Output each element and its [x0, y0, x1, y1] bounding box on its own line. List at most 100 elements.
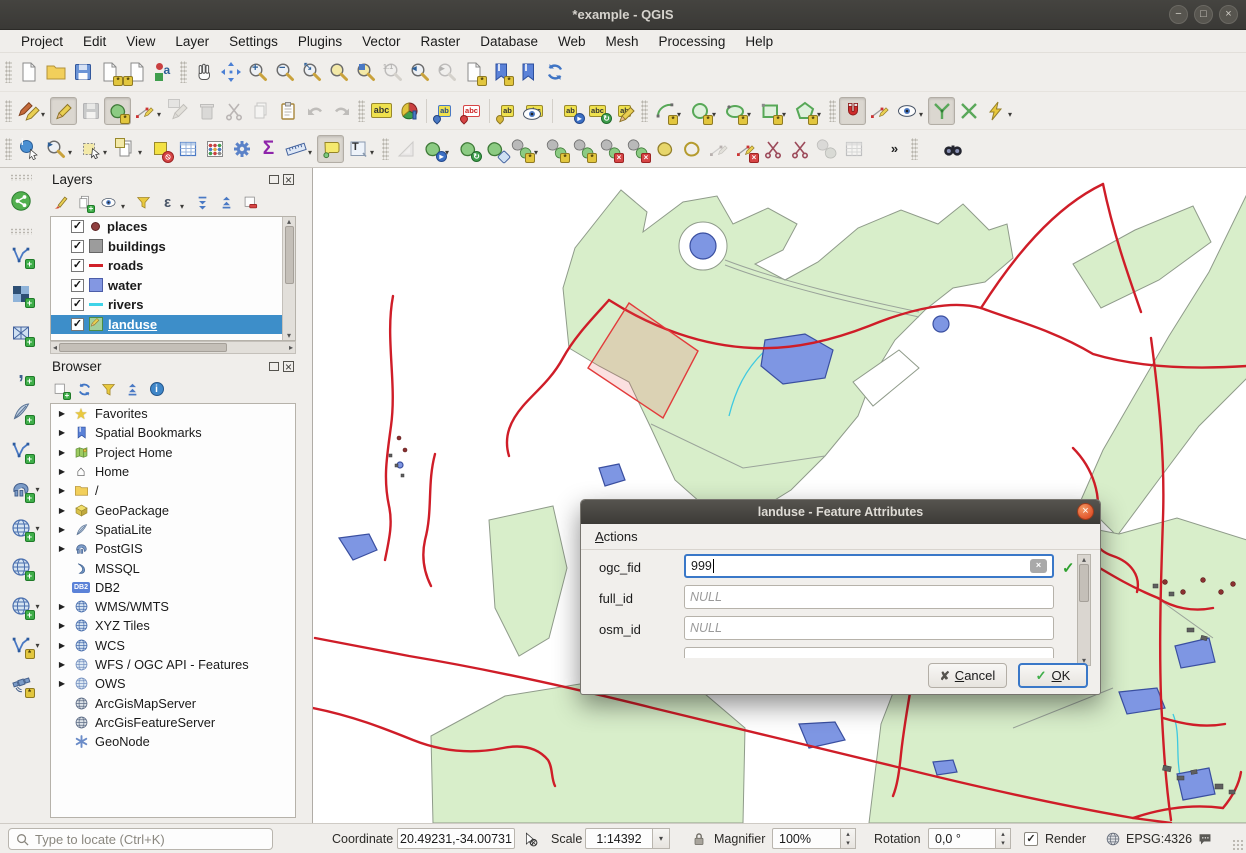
add-spatialite-layer-icon[interactable]: +	[8, 397, 35, 425]
manage-map-themes-button[interactable]	[98, 192, 119, 213]
browser-panel-close-icon[interactable]: ×	[283, 361, 294, 372]
osm-id-input[interactable]: NULL	[684, 616, 1054, 640]
rotate-feature-button[interactable]: ↻	[454, 135, 481, 163]
flash-geometry-button[interactable]	[982, 97, 1009, 125]
cut-features-button[interactable]	[220, 97, 247, 125]
avoid-intersections-button[interactable]	[955, 97, 982, 125]
menu-database[interactable]: Database	[471, 32, 547, 51]
rotation-spinbox[interactable]: 0,0 ° ▴▾	[928, 828, 1011, 849]
open-field-calculator-button[interactable]	[201, 135, 228, 163]
extent-pointer-icon[interactable]	[521, 830, 539, 848]
messages-icon[interactable]	[1196, 830, 1214, 848]
lock-scale-icon[interactable]	[690, 830, 708, 848]
browser-item-root[interactable]: ▶/	[51, 481, 295, 500]
toggle-editing-button[interactable]	[50, 97, 77, 125]
ogc-fid-input[interactable]: 999 ×	[684, 554, 1054, 578]
collapse-all-button[interactable]	[216, 192, 237, 213]
show-spatial-bookmarks-button[interactable]	[514, 58, 541, 86]
expand-all-button[interactable]	[192, 192, 213, 213]
copy-move-feature-button[interactable]: ▸	[419, 135, 446, 163]
map-canvas[interactable]	[312, 168, 1246, 823]
add-polygon-feature-button[interactable]: *	[104, 97, 131, 125]
menu-layer[interactable]: Layer	[166, 32, 218, 51]
move-label-button[interactable]: ab▸	[557, 97, 584, 125]
add-circle-button[interactable]: *	[686, 97, 713, 125]
window-titlebar[interactable]: *example - QGIS − □ ×	[0, 0, 1246, 30]
dialog-menu-actions[interactable]: Actions	[585, 526, 648, 547]
browser-item-geonode[interactable]: GeoNode	[51, 732, 295, 751]
show-layout-manager-button[interactable]: *	[123, 58, 150, 86]
layer-row-rivers[interactable]: ✓ rivers	[51, 295, 295, 315]
layer-row-water[interactable]: ✓ water	[51, 276, 295, 296]
browser-item-spatial-bookmarks[interactable]: ▶Spatial Bookmarks	[51, 423, 295, 442]
highlight-pinned-labels-button[interactable]: abc	[458, 97, 485, 125]
browser-item-arcgis-map-server[interactable]: ArcGisMapServer	[51, 693, 295, 712]
vertex-tool-button[interactable]	[131, 97, 158, 125]
browser-item-mssql[interactable]: MSSQL	[51, 558, 295, 577]
undo-button[interactable]	[301, 97, 328, 125]
ok-button[interactable]: ✓ OK	[1018, 663, 1088, 688]
cancel-button[interactable]: ✘ Cancel	[928, 663, 1007, 688]
add-wms-layer-icon[interactable]: +▾	[8, 514, 35, 542]
rotate-label-button[interactable]: abc↻	[584, 97, 611, 125]
layer-checkbox[interactable]: ✓	[71, 220, 84, 233]
browser-properties-button[interactable]: i	[146, 379, 167, 400]
merge-attributes-button[interactable]	[813, 135, 840, 163]
new-spatial-bookmark-button[interactable]: *	[487, 58, 514, 86]
open-project-button[interactable]	[42, 58, 69, 86]
metasearch-button[interactable]	[939, 135, 966, 163]
layers-hscrollbar[interactable]: ◂ ▸	[50, 341, 296, 354]
simplify-feature-button[interactable]: *	[508, 135, 535, 163]
menu-plugins[interactable]: Plugins	[289, 32, 351, 51]
add-wcs-layer-icon[interactable]: +	[8, 553, 35, 581]
enable-snapping-button[interactable]	[839, 97, 866, 125]
browser-item-spatialite[interactable]: ▶SpatiaLite	[51, 520, 295, 539]
maximize-button[interactable]: □	[1194, 5, 1213, 24]
new-map-view-button[interactable]: *	[460, 58, 487, 86]
pan-to-selection-button[interactable]	[217, 58, 244, 86]
browser-filter-button[interactable]	[98, 379, 119, 400]
move-feature-button[interactable]	[392, 135, 419, 163]
layer-row-landuse[interactable]: ✓ landuse	[51, 315, 295, 335]
layer-styling-button[interactable]	[50, 192, 71, 213]
menu-settings[interactable]: Settings	[220, 32, 287, 51]
layer-diagram-button[interactable]	[395, 97, 422, 125]
dialog-titlebar[interactable]: landuse - Feature Attributes ×	[581, 500, 1100, 524]
crs-globe-icon[interactable]	[1104, 830, 1122, 848]
modify-attributes-button[interactable]	[166, 97, 193, 125]
layer-checkbox[interactable]: ✓	[71, 259, 84, 272]
enable-tracing-button[interactable]	[928, 97, 955, 125]
full-id-input[interactable]: NULL	[684, 585, 1054, 609]
fill-ring-button[interactable]: ×	[597, 135, 624, 163]
menu-vector[interactable]: Vector	[353, 32, 409, 51]
zoom-next-button[interactable]: ▸	[433, 58, 460, 86]
add-wfs-layer-icon[interactable]: +▾	[8, 592, 35, 620]
menu-edit[interactable]: Edit	[74, 32, 115, 51]
layer-checkbox[interactable]: ✓	[71, 298, 84, 311]
browser-item-geopackage[interactable]: ▶GeoPackage	[51, 500, 295, 519]
crs-value[interactable]: EPSG:4326	[1126, 832, 1192, 846]
add-vector-layer-icon[interactable]: +	[8, 241, 35, 269]
menu-raster[interactable]: Raster	[411, 32, 469, 51]
delete-ring-button[interactable]: ×	[624, 135, 651, 163]
delete-part-button[interactable]	[651, 135, 678, 163]
refresh-map-button[interactable]	[541, 58, 568, 86]
style-manager-button[interactable]: a	[150, 58, 177, 86]
align-features-button[interactable]	[840, 135, 867, 163]
save-layer-edits-button[interactable]	[77, 97, 104, 125]
layer-row-buildings[interactable]: ✓ buildings	[51, 237, 295, 257]
toolbar-overflow-button[interactable]: »	[881, 135, 908, 163]
reshape-features-button[interactable]	[678, 135, 705, 163]
add-rectangle-button[interactable]: *	[756, 97, 783, 125]
magnifier-spinbox[interactable]: 100% ▴▾	[772, 828, 856, 849]
open-attribute-table-button[interactable]	[174, 135, 201, 163]
browser-item-ows[interactable]: ▶OWS	[51, 674, 295, 693]
add-ellipse-button[interactable]: *	[721, 97, 748, 125]
browser-item-arcgis-feature-server[interactable]: ArcGisFeatureServer	[51, 713, 295, 732]
dialog-close-icon[interactable]: ×	[1077, 503, 1094, 520]
merge-features-button[interactable]	[786, 135, 813, 163]
split-features-button[interactable]: ×	[732, 135, 759, 163]
zoom-to-selection-button[interactable]	[325, 58, 352, 86]
run-feature-action-button[interactable]: ▸	[42, 135, 69, 163]
map-tips-button[interactable]	[317, 135, 344, 163]
